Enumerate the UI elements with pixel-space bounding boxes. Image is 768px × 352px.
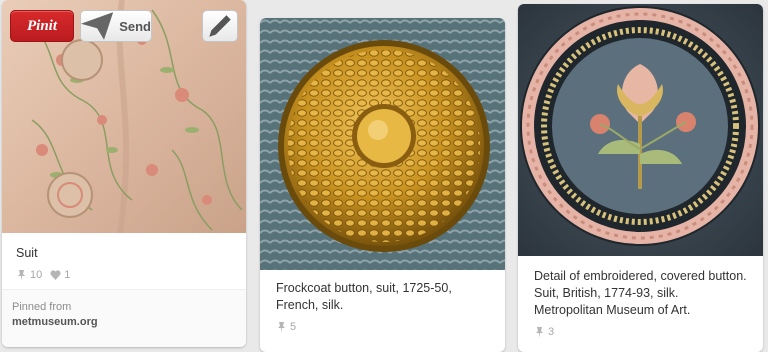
edit-button[interactable] bbox=[202, 10, 238, 42]
pin-card-suit[interactable]: Pinit Send Suit 10 1 Pinned from metmuse… bbox=[2, 0, 246, 347]
pinned-from-source[interactable]: metmuseum.org bbox=[12, 316, 236, 328]
send-icon bbox=[81, 12, 114, 40]
pin-info: Detail of embroidered, covered button. S… bbox=[518, 256, 763, 338]
pin-stats: 5 bbox=[276, 321, 489, 333]
pin-icon bbox=[278, 321, 285, 333]
pin-image-frockcoat-button[interactable] bbox=[260, 18, 505, 270]
pin-icon bbox=[536, 326, 543, 338]
pin-description: Frockcoat button, suit, 1725-50, French,… bbox=[276, 281, 452, 312]
pin-board: Pinit Send Suit 10 1 Pinned from metmuse… bbox=[0, 0, 768, 352]
pinned-from-label: Pinned from bbox=[12, 301, 72, 313]
repin-count: 3 bbox=[534, 326, 554, 338]
like-count: 1 bbox=[50, 269, 70, 281]
send-button-label: Send bbox=[119, 18, 151, 34]
pin-description: Detail of embroidered, covered button. S… bbox=[534, 269, 747, 317]
pencil-icon bbox=[209, 15, 231, 37]
pin-info: Frockcoat button, suit, 1725-50, French,… bbox=[260, 270, 505, 333]
repin-count: 5 bbox=[276, 321, 296, 333]
pin-stats: 10 1 bbox=[16, 269, 232, 281]
pin-info: Suit 10 1 bbox=[2, 233, 246, 289]
pin-description: Suit bbox=[16, 246, 38, 260]
pin-image-suit[interactable]: Pinit Send bbox=[2, 0, 246, 233]
pin-card-frockcoat-button[interactable]: Frockcoat button, suit, 1725-50, French,… bbox=[260, 18, 505, 352]
pin-stats: 3 bbox=[534, 326, 747, 338]
pin-attribution[interactable]: Pinned from metmuseum.org bbox=[2, 289, 246, 347]
pin-icon bbox=[18, 269, 25, 281]
pinit-button[interactable]: Pinit bbox=[10, 10, 74, 42]
heart-icon bbox=[50, 270, 61, 280]
send-button[interactable]: Send bbox=[80, 10, 152, 42]
repin-count: 10 bbox=[16, 269, 42, 281]
pin-card-embroidered-button[interactable]: Detail of embroidered, covered button. S… bbox=[518, 4, 763, 352]
pin-image-embroidered-button[interactable] bbox=[518, 4, 763, 256]
